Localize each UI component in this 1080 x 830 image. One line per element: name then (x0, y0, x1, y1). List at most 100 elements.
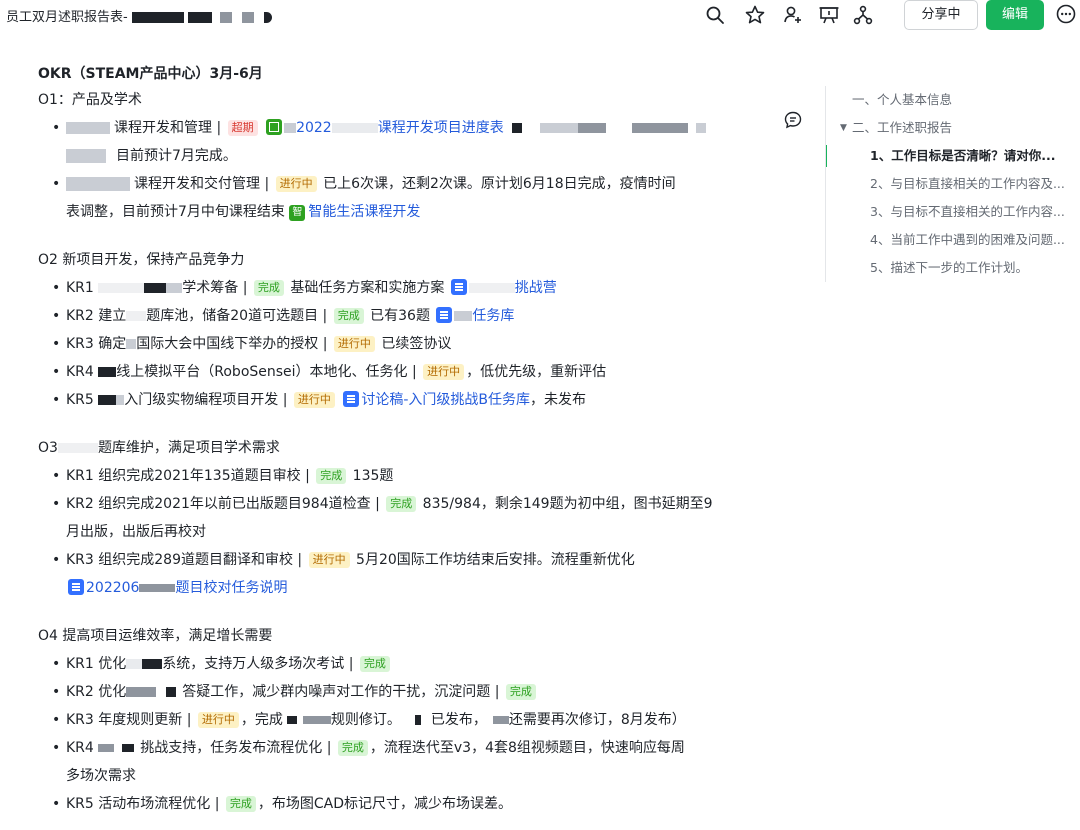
status-badge: 完成 (316, 468, 347, 484)
redacted-block (57, 443, 98, 453)
redacted-block (187, 12, 212, 23)
status-badge: 进行中 (308, 552, 350, 568)
redacted-block (241, 12, 254, 23)
item-text: 已发布， (430, 712, 487, 728)
present-icon[interactable] (818, 4, 840, 26)
outline-item[interactable]: 3、与目标不直接相关的工作内容... (826, 198, 1080, 226)
star-icon[interactable] (744, 4, 766, 26)
status-badge: 完成 (253, 280, 284, 296)
status-badge: 进行中 (293, 392, 335, 408)
objective-o1: O1：产品及学术 (38, 92, 142, 108)
redacted-block (492, 716, 509, 724)
list-item: • KR1 优化 系统，支持万人级多场次考试 | 完成 (38, 650, 798, 678)
edit-button[interactable]: 编辑 (986, 0, 1044, 30)
redacted-block (166, 283, 183, 293)
item-text: ，完成 (240, 712, 283, 728)
bullet: • (52, 496, 61, 512)
outline-item[interactable]: 4、当前工作中遇到的困难及问题... (826, 226, 1080, 254)
doc-link[interactable]: 题目校对任务说明 (175, 580, 287, 596)
doc-title-text: 员工双月述职报告表- (6, 10, 128, 25)
redacted-block (66, 149, 106, 163)
item-text: ，流程迭代至v3，4套8组视频题目，快速响应每周 (369, 740, 685, 756)
objective-text: 题库维护，满足项目学术需求 (97, 440, 280, 456)
item-text: KR1 优化 (66, 656, 127, 672)
bullet: • (52, 336, 61, 352)
redacted-block (632, 123, 689, 133)
doc-title[interactable]: 员工双月述职报告表- (6, 6, 272, 25)
item-text: 已上6次课，还剩2次课。原计划6月18日完成，疫情时间 (318, 176, 676, 192)
org-chart-icon[interactable] (852, 4, 874, 26)
item-text: 已续签协议 (376, 336, 452, 352)
caret-down-icon[interactable]: ▼ (840, 114, 847, 142)
redacted-block (414, 715, 421, 725)
item-text: 系统，支持万人级多场次考试 | (162, 656, 358, 672)
doc-link[interactable]: 讨论稿-入门级挑战B任务库 (361, 392, 530, 408)
redacted-block (122, 744, 135, 752)
list-item: • KR3 年度规则更新 | 进行中 ，完成 规则修订。 已发布， 还需要再次修订，8月… (38, 706, 798, 734)
item-text: 国际大会中国线下举办的授权 | (136, 336, 332, 352)
bullet: • (52, 552, 61, 568)
bullet: • (52, 176, 61, 192)
list-item: • KR3 组织完成289道题目翻译和审校 | 进行中 5月20国际工作坊结束后… (38, 546, 798, 602)
item-text: KR3 年度规则更新 | (66, 712, 196, 728)
outline-item[interactable]: ▼ 二、工作述职报告 (826, 114, 1080, 142)
list-item: • KR4 线上模拟平台（RoboSensei）本地化、任务化 | 进行中 ，低优… (38, 358, 798, 386)
redacted-block (144, 283, 167, 293)
outline-item-active[interactable]: 1、工作目标是否清晰？请对你... (826, 142, 1080, 170)
bullet: • (52, 796, 61, 812)
doc-link[interactable]: 课程开发项目进度表 (378, 120, 504, 136)
doc-link[interactable]: 挑战营 (515, 280, 557, 296)
redacted-block (512, 123, 523, 133)
doc-link[interactable]: 智能生活课程开发 (308, 204, 420, 220)
outline-item[interactable]: 一、个人基本信息 (826, 86, 1080, 114)
item-text: 月出版，出版后再校对 (66, 524, 206, 540)
item-text: 入门级实物编程项目开发 | (124, 392, 292, 408)
redacted-block (66, 122, 110, 134)
status-badge: 完成 (505, 684, 536, 700)
item-text: 目前预计7月完成。 (116, 148, 237, 164)
item-text: KR3 组织完成289道题目翻译和审校 | (66, 552, 307, 568)
redacted-block (263, 12, 272, 23)
item-text: 表调整，目前预计7月中旬课程结束 (66, 204, 290, 220)
doc-link[interactable]: 2022 (296, 120, 332, 136)
redacted-block (126, 687, 157, 697)
list-item: • 课程开发和管理 | 超期 2022 课程开发项目进度表 目前预计7月完成。 (38, 114, 798, 170)
doc-outline: 一、个人基本信息 ▼ 二、工作述职报告 1、工作目标是否清晰？请对你... 2、… (825, 86, 1080, 282)
okr-heading: OKR（STEAM产品中心）3月-6月 (38, 66, 263, 82)
item-text: 挑战支持，任务发布流程优化 | (140, 740, 336, 756)
item-text: 5月20国际工作坊结束后安排。流程重新优化 (351, 552, 635, 568)
bullet: • (52, 712, 61, 728)
bullet: • (52, 392, 61, 408)
doc-icon (450, 279, 467, 295)
share-button[interactable]: 分享中 (904, 0, 978, 30)
top-bar: 员工双月述职报告表- 分享中 编辑 (0, 0, 1080, 34)
outline-item[interactable]: 5、描述下一步的工作计划。 (826, 254, 1080, 282)
list-item: • KR2 优化 答疑工作，减少群内噪声对工作的干扰，沉淀问题 | 完成 (38, 678, 798, 706)
outline-item-label: 二、工作述职报告 (852, 120, 953, 135)
doc-link[interactable]: 任务库 (472, 308, 514, 324)
objective-text: O3 (38, 440, 58, 456)
item-text: 课程开发和管理 | (114, 120, 226, 136)
item-text: KR5 活动布场流程优化 | (66, 796, 224, 812)
redacted-block (468, 283, 515, 293)
item-text: 基础任务方案和实施方案 (285, 280, 449, 296)
add-user-icon[interactable] (782, 4, 804, 26)
item-text: 答疑工作，减少群内噪声对工作的干扰，沉淀问题 | (182, 684, 504, 700)
outline-item[interactable]: 2、与目标直接相关的工作内容及... (826, 170, 1080, 198)
bullet: • (52, 308, 61, 324)
item-text: ，未发布 (530, 392, 586, 408)
bullet: • (52, 280, 61, 296)
redacted-block (98, 283, 145, 293)
bullet: • (52, 684, 61, 700)
list-item: • KR1 学术筹备 | 完成 基础任务方案和实施方案 挑战营 (38, 274, 798, 302)
redacted-block (454, 311, 473, 321)
item-text: KR2 优化 (66, 684, 127, 700)
item-text: 题库池，储备20道可选题目 | (146, 308, 332, 324)
redacted-block (126, 311, 147, 321)
list-item: • KR3 确定 国际大会中国线下举办的授权 | 进行中 已续签协议 (38, 330, 798, 358)
doc-link[interactable]: 202206 (86, 580, 139, 596)
more-icon[interactable] (1055, 3, 1077, 25)
search-icon[interactable] (704, 4, 726, 26)
